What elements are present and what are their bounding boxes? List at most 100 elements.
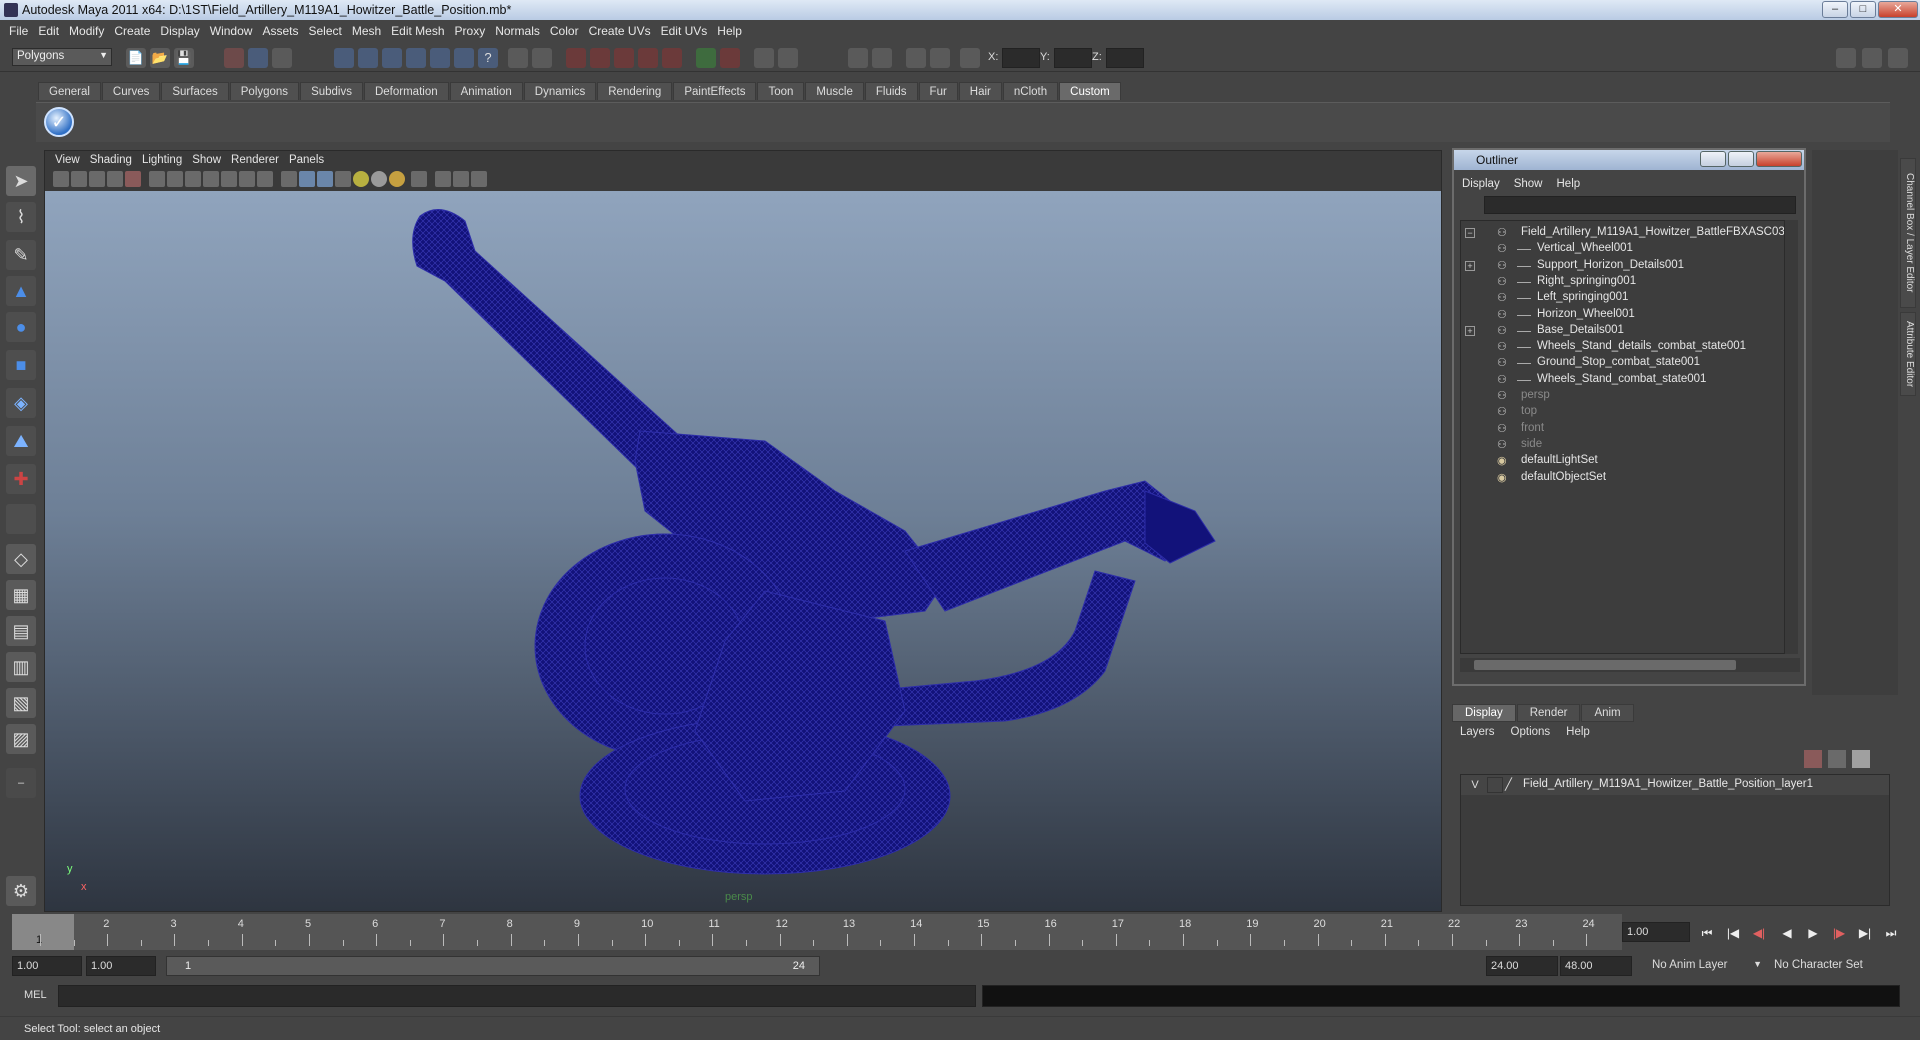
- new-layer-icon[interactable]: [1804, 750, 1822, 768]
- layer-tab-display[interactable]: Display: [1452, 704, 1516, 722]
- menu-color[interactable]: Color: [547, 20, 586, 42]
- shelf-tab-general[interactable]: General: [38, 82, 101, 100]
- attribute-editor-tab[interactable]: Attribute Editor: [1900, 312, 1916, 396]
- viewport-menu-renderer[interactable]: Renderer: [231, 151, 289, 169]
- mel-label[interactable]: MEL: [24, 989, 47, 1001]
- layer-menu-layers[interactable]: Layers: [1460, 726, 1511, 738]
- bookmark-icon[interactable]: [89, 171, 105, 187]
- hypershade-persp-layout-icon[interactable]: ▧: [6, 688, 36, 718]
- hypershade-icon[interactable]: [638, 48, 658, 68]
- channel-box-layer-editor-tab[interactable]: Channel Box / Layer Editor: [1900, 158, 1916, 308]
- layer-options-icon[interactable]: [1852, 750, 1870, 768]
- save-scene-icon[interactable]: 💾: [174, 48, 194, 68]
- anim-layer-dropdown[interactable]: No Anim Layer ▼: [1648, 956, 1764, 976]
- shelf-tab-muscle[interactable]: Muscle: [805, 82, 864, 100]
- viewport-menu-view[interactable]: View: [55, 151, 90, 169]
- menu-set-dropdown[interactable]: Polygons ▼: [12, 48, 112, 66]
- menu-select[interactable]: Select: [305, 20, 348, 42]
- playback-end-field[interactable]: 24.00: [1486, 956, 1558, 976]
- layer-color-swatch-icon[interactable]: ╱: [1505, 777, 1519, 793]
- menu-create-uvs[interactable]: Create UVs: [586, 20, 658, 42]
- checkmark-shelf-icon[interactable]: ✓: [44, 107, 74, 137]
- viewport-menu-lighting[interactable]: Lighting: [142, 151, 192, 169]
- persp-graph-layout-icon[interactable]: ▨: [6, 724, 36, 754]
- start-time-field[interactable]: 1.00: [12, 956, 82, 976]
- viewport-menu-shading[interactable]: Shading: [90, 151, 142, 169]
- menu-modify[interactable]: Modify: [66, 20, 111, 42]
- shelf-tab-fur[interactable]: Fur: [918, 82, 958, 100]
- share-icon[interactable]: [471, 171, 487, 187]
- last-tool-icon[interactable]: [6, 504, 36, 534]
- current-frame-field[interactable]: 1.00: [1622, 922, 1690, 942]
- ipr-render-icon[interactable]: [590, 48, 610, 68]
- go-to-start-icon[interactable]: ⏮: [1696, 923, 1718, 943]
- outliner-horizontal-scrollbar[interactable]: [1460, 658, 1800, 672]
- layer-tab-render[interactable]: Render: [1516, 704, 1581, 722]
- wireframe-on-shaded-icon[interactable]: [317, 171, 333, 187]
- xray-icon[interactable]: [435, 171, 451, 187]
- snap-grid-icon[interactable]: [334, 48, 354, 68]
- select-by-name-icon[interactable]: [720, 48, 740, 68]
- gate-mask-icon[interactable]: [203, 171, 219, 187]
- layer-tab-anim[interactable]: Anim: [1581, 704, 1634, 722]
- render-settings-icon[interactable]: [614, 48, 634, 68]
- safe-title-icon[interactable]: [257, 171, 273, 187]
- safe-action-icon[interactable]: [239, 171, 255, 187]
- select-object-icon[interactable]: [248, 48, 268, 68]
- snap-plane-icon[interactable]: [406, 48, 426, 68]
- camera-select-icon[interactable]: [53, 171, 69, 187]
- all-lights-icon[interactable]: [371, 171, 387, 187]
- menu-edit-uvs[interactable]: Edit UVs: [658, 20, 715, 42]
- shelf-tab-painteffects[interactable]: PaintEffects: [673, 82, 757, 100]
- new-layer-selected-icon[interactable]: [1828, 750, 1846, 768]
- menu-edit[interactable]: Edit: [35, 20, 66, 42]
- menu-display[interactable]: Display: [157, 20, 206, 42]
- move-tool-icon[interactable]: ▲: [6, 276, 36, 306]
- shelf-tab-animation[interactable]: Animation: [449, 82, 523, 100]
- show-channel-box-icon[interactable]: [848, 48, 868, 68]
- single-view-layout-icon[interactable]: ◇: [6, 544, 36, 574]
- shelf-tab-dynamics[interactable]: Dynamics: [523, 82, 597, 100]
- menu-file[interactable]: File: [6, 20, 35, 42]
- menu-window[interactable]: Window: [207, 20, 260, 42]
- textured-icon[interactable]: [335, 171, 351, 187]
- shelf-tab-ncloth[interactable]: nCloth: [1002, 82, 1059, 100]
- resolution-gate-icon[interactable]: [185, 171, 201, 187]
- toggle-attribute-editor-icon[interactable]: [1862, 48, 1882, 68]
- input-line-icon[interactable]: [696, 48, 716, 68]
- make-live-icon[interactable]: [430, 48, 450, 68]
- show-tool-settings-icon[interactable]: [778, 48, 798, 68]
- shelf-tab-hair[interactable]: Hair: [958, 82, 1002, 100]
- step-back-key-icon[interactable]: |◀: [1722, 923, 1744, 943]
- xray-joints-icon[interactable]: [453, 171, 469, 187]
- menu-normals[interactable]: Normals: [492, 20, 547, 42]
- render-view-icon[interactable]: [662, 48, 682, 68]
- relative-transform-icon[interactable]: [960, 48, 980, 68]
- outliner-maximize-button[interactable]: [1728, 151, 1754, 167]
- show-manipulator-icon[interactable]: ✚: [6, 464, 36, 494]
- outliner-minimize-button[interactable]: [1700, 151, 1726, 167]
- current-time-indicator[interactable]: 1: [12, 914, 74, 950]
- outliner-item[interactable]: ◉ defaultObjectSet: [1461, 468, 1781, 488]
- play-backwards-icon[interactable]: ◀: [1776, 923, 1798, 943]
- step-back-frame-icon[interactable]: ◀|: [1748, 923, 1770, 943]
- z-field[interactable]: [1106, 48, 1144, 68]
- range-bar[interactable]: 1 24: [166, 956, 820, 976]
- shelf-tab-toon[interactable]: Toon: [757, 82, 805, 100]
- graph-persp-layout-icon[interactable]: ▥: [6, 652, 36, 682]
- menu-proxy[interactable]: Proxy: [452, 20, 493, 42]
- viewport-menu-show[interactable]: Show: [192, 151, 231, 169]
- shelf-tab-fluids[interactable]: Fluids: [864, 82, 918, 100]
- grid-icon[interactable]: [149, 171, 165, 187]
- menu-help[interactable]: Help: [714, 20, 749, 42]
- field-chart-icon[interactable]: [221, 171, 237, 187]
- menu-create[interactable]: Create: [111, 20, 157, 42]
- sculpt-icon[interactable]: [906, 48, 926, 68]
- new-scene-icon[interactable]: 📄: [126, 48, 146, 68]
- scroll-thumb[interactable]: [1474, 660, 1736, 670]
- outliner-vertical-scrollbar[interactable]: [1784, 220, 1798, 654]
- use-default-light-icon[interactable]: [353, 171, 369, 187]
- shelf-tab-deformation[interactable]: Deformation: [363, 82, 449, 100]
- select-hierarchy-icon[interactable]: [224, 48, 244, 68]
- outliner-menu-help[interactable]: Help: [1557, 176, 1595, 194]
